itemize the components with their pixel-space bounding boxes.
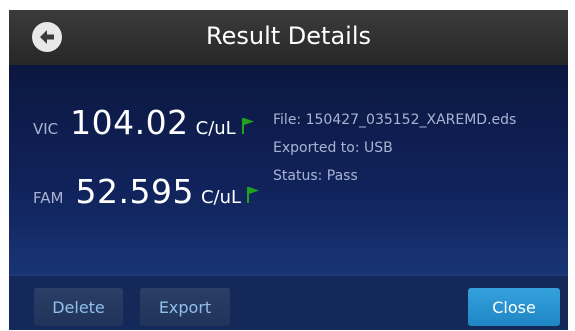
file-info: File: 150427_035152_XAREMD.eds Exported …: [273, 112, 516, 196]
vic-reading: VIC 104.02 C/uL: [33, 103, 255, 142]
export-destination-text: Exported to: USB: [273, 140, 393, 156]
button-bar: Delete Export Close: [9, 275, 568, 330]
unit-label-vic: C/uL: [195, 118, 236, 139]
result-details-screen: Result Details VIC 104.02 C/uL FAM 52.59…: [9, 10, 568, 330]
concentration-value-fam: 52.595: [75, 172, 194, 211]
dye-label-fam: FAM: [33, 189, 64, 207]
file-name-text: File: 150427_035152_XAREMD.eds: [273, 112, 517, 128]
status-text: Status: Pass: [273, 168, 358, 184]
result-panel: VIC 104.02 C/uL FAM 52.595 C/uL File: 15…: [9, 65, 568, 275]
concentration-value-vic: 104.02: [70, 103, 189, 142]
unit-label-fam: C/uL: [200, 187, 242, 208]
flag-icon: [241, 118, 254, 134]
close-button[interactable]: Close: [468, 288, 560, 326]
delete-button[interactable]: Delete: [34, 288, 123, 326]
page-title: Result Details: [206, 22, 371, 50]
dye-label-vic: VIC: [33, 120, 59, 138]
export-button[interactable]: Export: [140, 288, 230, 326]
title-bar: Result Details: [9, 10, 568, 65]
fam-reading: FAM 52.595 C/uL: [33, 172, 260, 211]
flag-icon: [247, 187, 260, 203]
